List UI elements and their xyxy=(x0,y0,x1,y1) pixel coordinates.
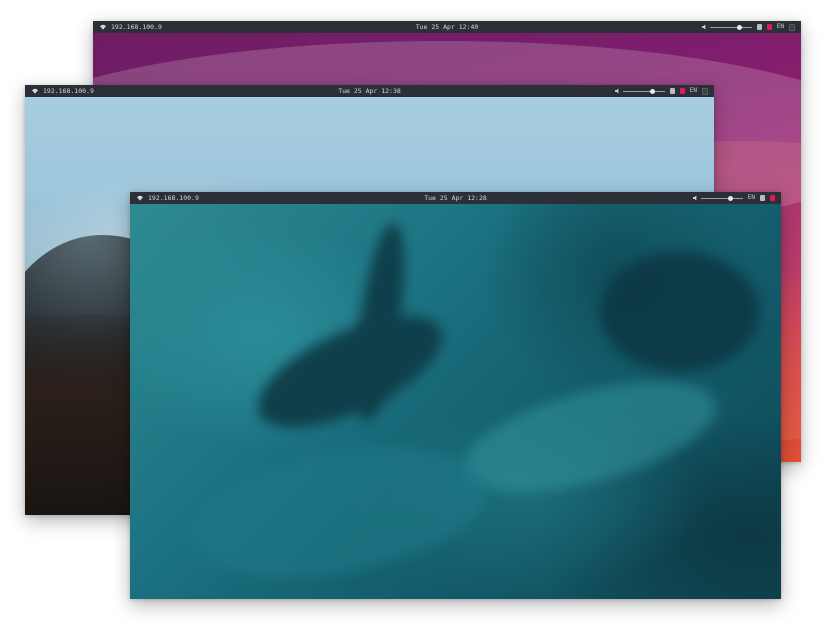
notification-icon[interactable] xyxy=(789,23,795,31)
ip-address: 192.168.100.9 xyxy=(43,87,94,95)
top-bar: 192.168.100.9 Tue 25 Apr 12:40 EN xyxy=(93,21,801,33)
clock[interactable]: Tue 25 Apr 12:38 xyxy=(338,87,401,95)
app-tray-icon[interactable] xyxy=(679,88,685,94)
wallpaper-swirl xyxy=(452,359,728,515)
speaker-icon[interactable] xyxy=(692,195,698,201)
volume-knob[interactable] xyxy=(649,88,655,94)
keyboard-layout[interactable]: EN xyxy=(748,192,755,204)
volume-control[interactable] xyxy=(692,195,743,201)
volume-slider[interactable] xyxy=(709,24,752,30)
keyboard-layout[interactable]: EN xyxy=(690,85,697,97)
clipboard-icon[interactable] xyxy=(756,24,762,30)
clock[interactable]: Tue 25 Apr 12:40 xyxy=(416,23,479,31)
wifi-icon[interactable] xyxy=(99,24,107,30)
top-bar: 192.168.100.9 Tue 25 Apr 12:28 EN xyxy=(130,192,781,204)
volume-knob[interactable] xyxy=(727,195,733,201)
volume-control[interactable] xyxy=(701,24,752,30)
app-tray-icon[interactable] xyxy=(770,195,775,201)
speaker-icon[interactable] xyxy=(701,24,707,30)
wifi-icon[interactable] xyxy=(136,195,144,201)
wallpaper-swirl xyxy=(600,252,760,372)
wallpaper-swirl xyxy=(242,293,458,451)
wallpaper-swirl xyxy=(181,426,499,598)
wifi-icon[interactable] xyxy=(31,88,39,94)
volume-control[interactable] xyxy=(614,88,665,94)
notification-icon[interactable] xyxy=(702,87,708,95)
desktop-screenshot-front: 192.168.100.9 Tue 25 Apr 12:28 EN xyxy=(130,192,781,599)
app-tray-icon[interactable] xyxy=(766,24,772,30)
volume-slider[interactable] xyxy=(700,195,743,201)
clock[interactable]: Tue 25 Apr 12:28 xyxy=(424,194,487,202)
clipboard-icon[interactable] xyxy=(760,195,765,201)
ip-address: 192.168.100.9 xyxy=(111,23,162,31)
volume-knob[interactable] xyxy=(736,24,742,30)
volume-slider[interactable] xyxy=(622,88,665,94)
clipboard-icon[interactable] xyxy=(669,88,675,94)
keyboard-layout[interactable]: EN xyxy=(777,21,784,33)
speaker-icon[interactable] xyxy=(614,88,620,94)
top-bar: 192.168.100.9 Tue 25 Apr 12:38 EN xyxy=(25,85,714,97)
ip-address: 192.168.100.9 xyxy=(148,194,199,202)
